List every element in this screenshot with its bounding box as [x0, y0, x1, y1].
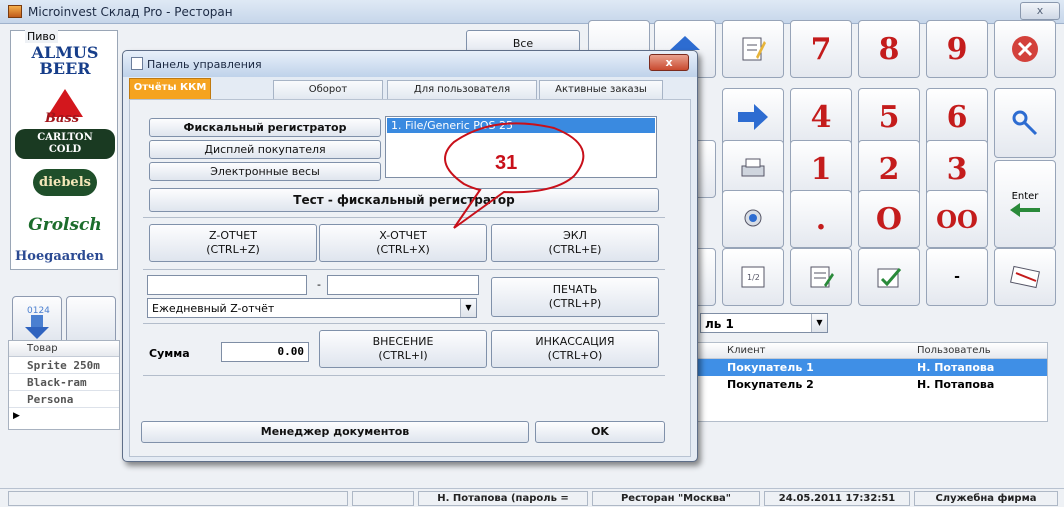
control-panel-dialog: Панель управления x Отчёты ККМ Оборот Дл…	[122, 50, 698, 462]
enter-arrow-icon	[1010, 202, 1040, 217]
enter-label: Enter	[1011, 190, 1039, 202]
customer-display-button[interactable]: Дисплей покупателя	[149, 140, 381, 159]
key-00[interactable]: OO	[926, 190, 988, 248]
client-selector-value: ль 1	[705, 317, 734, 331]
window-close-button[interactable]: x	[1020, 2, 1060, 20]
key-9[interactable]: 9	[926, 20, 988, 78]
notes-button[interactable]	[722, 20, 784, 78]
ok-button[interactable]: OK	[535, 421, 665, 443]
enter-button[interactable]: Enter	[994, 160, 1056, 248]
brand-carlton[interactable]: CARLTON COLD	[15, 129, 115, 167]
app-icon	[8, 5, 22, 18]
goods-table: Товар Sprite 250m Black-ram Persona ▶	[8, 340, 120, 430]
z-report-button[interactable]: Z-ОТЧЕТ (CTRL+Z)	[149, 224, 317, 262]
dialog-title: Панель управления	[147, 58, 262, 71]
key-icon	[1012, 110, 1038, 136]
calendar-button[interactable]: 1/2	[722, 248, 784, 306]
svg-text:1/2: 1/2	[747, 273, 760, 282]
status-user: Н. Потапова (пароль =	[418, 491, 588, 506]
row-pointer-icon: ▶	[13, 411, 20, 421]
status-datetime: 24.05.2011 17:32:51	[764, 491, 910, 506]
svg-text:0124: 0124	[27, 306, 50, 316]
key-5[interactable]: 5	[858, 88, 920, 146]
divider	[143, 323, 665, 324]
key-4[interactable]: 4	[790, 88, 852, 146]
document-edit-icon	[810, 266, 834, 288]
client-selector[interactable]: ль 1 ▼	[700, 313, 828, 333]
printer-icon	[741, 158, 765, 177]
brand-almus[interactable]: ALMUS BEER	[15, 45, 115, 83]
chevron-down-icon: ▼	[460, 299, 476, 317]
callout-number: 31	[495, 152, 518, 174]
tab-active-orders[interactable]: Активные заказы	[539, 80, 663, 99]
goods-header: Товар	[9, 341, 119, 357]
checkmark-icon	[877, 268, 902, 288]
range-to-input[interactable]	[327, 275, 479, 295]
electronic-scales-button[interactable]: Электронные весы	[149, 162, 381, 181]
divider	[143, 269, 665, 270]
waiter-button[interactable]	[994, 88, 1056, 158]
chevron-down-icon: ▼	[811, 314, 827, 332]
status-bar: Н. Потапова (пароль = Ресторан "Москва" …	[0, 488, 1064, 507]
brand-bass[interactable]: Bass	[15, 87, 115, 126]
key-7[interactable]: 7	[790, 20, 852, 78]
list-edit-button[interactable]	[790, 248, 852, 306]
range-from-input[interactable]	[147, 275, 307, 295]
print-report-button[interactable]: ПЕЧАТЬ (CTRL+P)	[491, 277, 659, 317]
brand-hoegaarden[interactable]: Hoegaarden	[15, 247, 115, 269]
tab-turnover[interactable]: Оборот	[273, 80, 383, 99]
divider	[143, 375, 665, 376]
report-type-select[interactable]: Ежедневный Z-отчёт ▼	[147, 298, 477, 318]
calendar-icon: 1/2	[741, 266, 765, 288]
notepad-icon	[742, 37, 766, 61]
cancel-button[interactable]	[994, 20, 1056, 78]
range-dash: -	[317, 278, 321, 291]
status-cell-empty	[8, 491, 348, 506]
collection-button[interactable]: ИНКАССАЦИЯ (CTRL+O)	[491, 330, 659, 368]
dialog-title-bar: Панель управления x	[123, 51, 697, 77]
client-column-header: Клиент	[727, 345, 766, 356]
brand-diebels[interactable]: diebels	[15, 169, 115, 207]
status-company: Служебна фирма	[914, 491, 1058, 506]
user-column-header: Пользователь	[917, 345, 991, 356]
beer-group: Пиво ALMUS BEER Bass CARLTON COLD diebel…	[10, 30, 118, 270]
cancel-icon	[1012, 36, 1038, 62]
tab-kkm-reports[interactable]: Отчёты ККМ	[129, 78, 211, 99]
amount-label: Сумма	[149, 347, 190, 360]
arrow-right-icon	[738, 104, 768, 130]
key-6[interactable]: 6	[926, 88, 988, 146]
fiscal-registrar-button[interactable]: Фискальный регистратор	[149, 118, 381, 137]
document-manager-button[interactable]: Менеджер документов	[141, 421, 529, 443]
tab-for-user[interactable]: Для пользователя	[387, 80, 537, 99]
minus-button[interactable]: -	[926, 248, 988, 306]
table-row[interactable]: Sprite 250m	[9, 357, 119, 374]
brand-grolsch[interactable]: Grolsch	[15, 211, 115, 249]
key-8[interactable]: 8	[858, 20, 920, 78]
report-type-value: Ежедневный Z-отчёт	[152, 302, 275, 315]
key-0[interactable]: O	[858, 190, 920, 248]
camera-button[interactable]	[722, 190, 784, 248]
key-dot[interactable]: .	[790, 190, 852, 248]
table-row[interactable]: Black-ram	[9, 374, 119, 391]
amount-input[interactable]: 0.00	[221, 342, 309, 362]
window-title: Microinvest Склад Pro - Ресторан	[28, 5, 233, 19]
status-location: Ресторан "Москва"	[592, 491, 760, 506]
dialog-close-button[interactable]: x	[649, 54, 689, 71]
beer-group-legend: Пиво	[25, 30, 58, 43]
table-row[interactable]: Persona	[9, 391, 119, 408]
dialog-tabs: Отчёты ККМ Оборот Для пользователя Актив…	[123, 77, 697, 99]
status-cell-empty	[352, 491, 414, 506]
reserved-button[interactable]	[994, 248, 1056, 306]
dialog-icon	[131, 57, 143, 70]
deposit-button[interactable]: ВНЕСЕНИЕ (CTRL+I)	[319, 330, 487, 368]
right-arrow-button[interactable]	[722, 88, 784, 146]
reserved-sign-icon	[1010, 265, 1040, 289]
webcam-icon	[744, 209, 762, 227]
confirm-button[interactable]	[858, 248, 920, 306]
